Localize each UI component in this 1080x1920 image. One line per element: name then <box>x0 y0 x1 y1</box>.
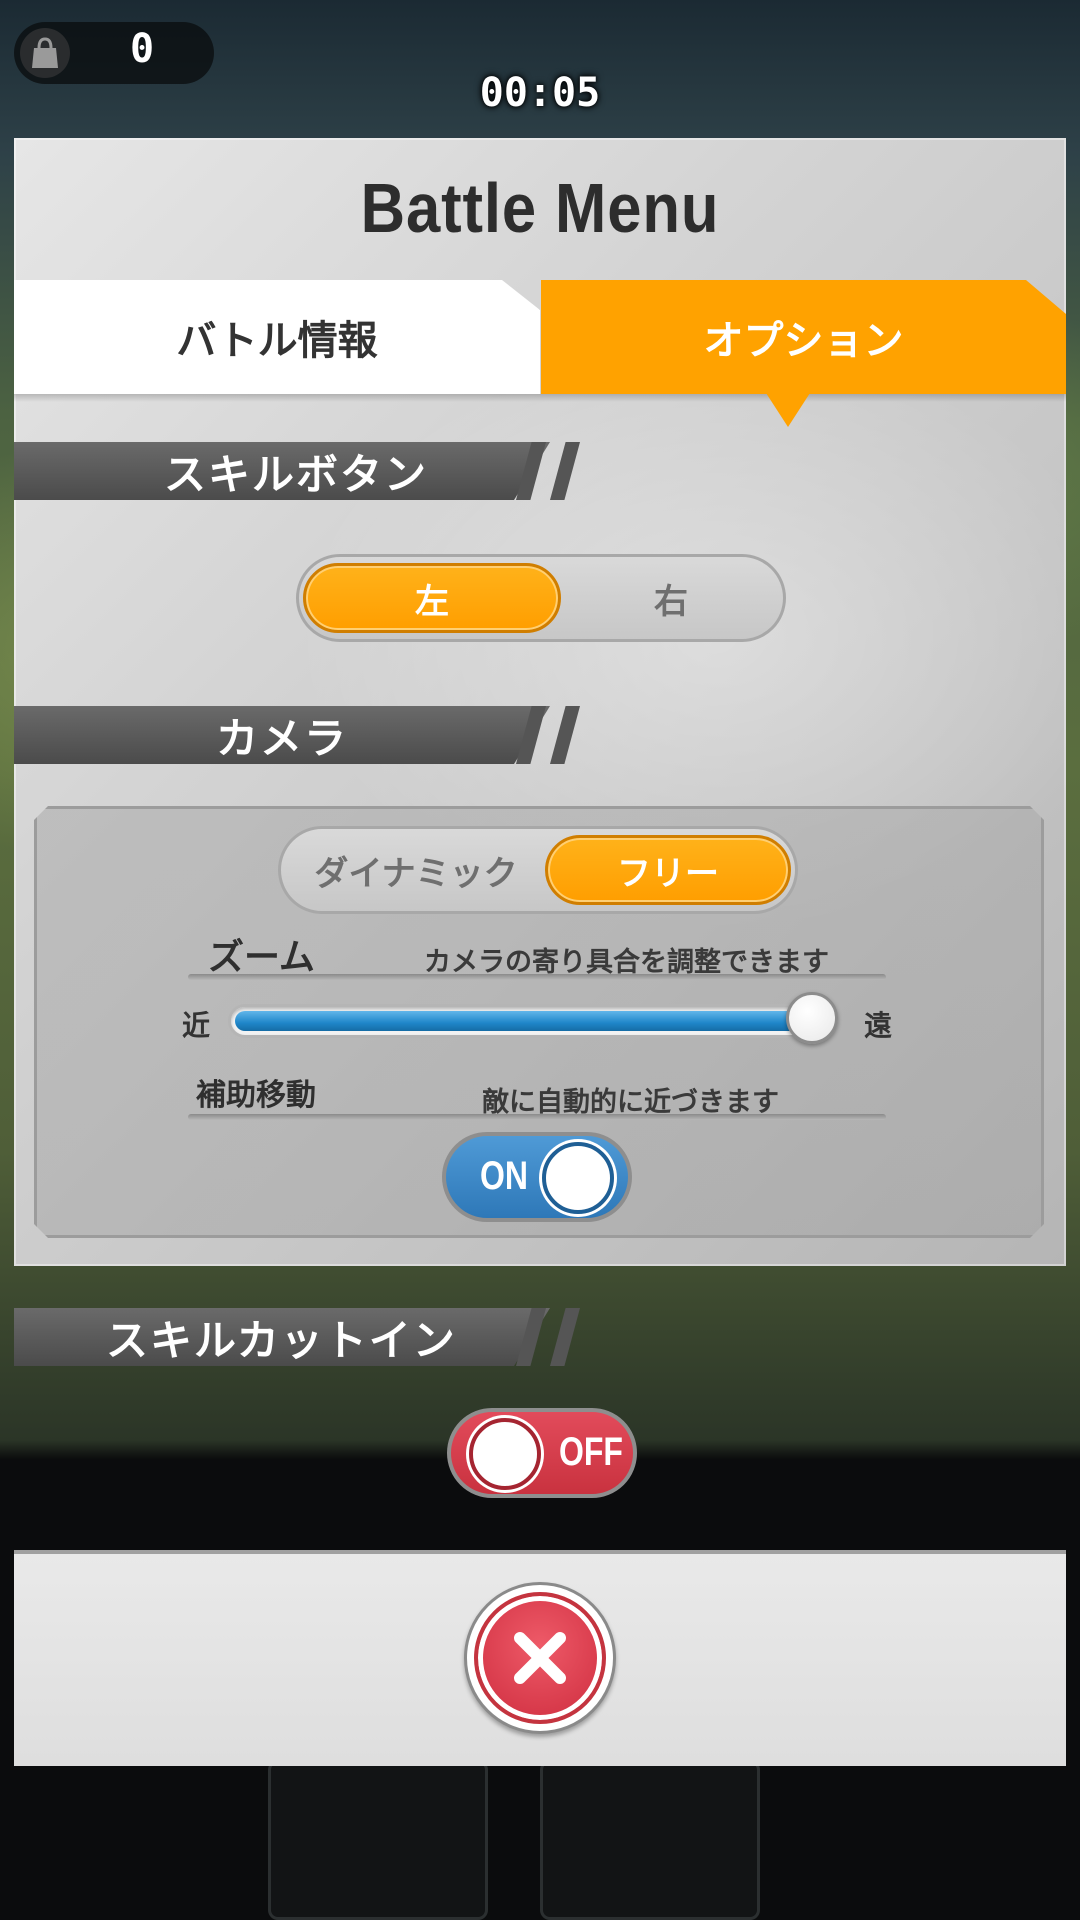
section-title: カメラ <box>216 713 349 763</box>
section-title: スキルボタン <box>164 449 429 499</box>
battle-timer: 00:05 <box>479 70 601 116</box>
zoom-slider-thumb[interactable] <box>786 992 838 1044</box>
switch-knob <box>542 1142 614 1214</box>
camera-mode-dynamic[interactable]: ダイナミック <box>285 835 547 905</box>
active-tab-pointer <box>766 393 810 427</box>
section-title: スキルカットイン <box>106 1315 457 1365</box>
tab-options[interactable]: オプション <box>541 280 1066 394</box>
close-icon <box>474 1592 606 1724</box>
tab-divider <box>14 394 1066 402</box>
hud-item-count: 0 <box>130 26 155 72</box>
bag-icon <box>20 28 70 78</box>
zoom-row-underline <box>188 974 886 980</box>
camera-mode-toggle: ダイナミック フリー <box>278 826 798 914</box>
zoom-label: ズーム <box>208 937 315 978</box>
close-button[interactable] <box>464 1582 616 1734</box>
zoom-slider-fill <box>235 1011 831 1031</box>
skill-button-side-toggle: 左 右 <box>296 554 786 642</box>
assist-move-label: 補助移動 <box>196 1078 316 1113</box>
dimmed-skill-card <box>540 1760 760 1920</box>
switch-state-text: ON <box>480 1154 528 1198</box>
zoom-min-label: 近 <box>182 1009 211 1042</box>
dimmed-skill-card <box>268 1760 488 1920</box>
skill-button-left-option[interactable]: 左 <box>303 563 561 633</box>
tab-battle-info[interactable]: バトル情報 <box>14 280 540 394</box>
header-slash-decoration <box>550 706 580 764</box>
assist-move-switch[interactable]: ON <box>442 1132 632 1222</box>
zoom-slider-track[interactable] <box>228 1004 838 1038</box>
assist-move-row-underline <box>188 1114 886 1120</box>
zoom-max-label: 遠 <box>864 1009 893 1042</box>
skill-cutin-switch[interactable]: OFF <box>447 1408 637 1498</box>
switch-knob <box>469 1418 541 1490</box>
camera-mode-free[interactable]: フリー <box>545 835 791 905</box>
skill-button-right-option[interactable]: 右 <box>563 563 779 633</box>
header-slash-decoration <box>550 442 580 500</box>
switch-state-text: OFF <box>558 1430 623 1474</box>
dialog-title: Battle Menu <box>360 169 720 247</box>
